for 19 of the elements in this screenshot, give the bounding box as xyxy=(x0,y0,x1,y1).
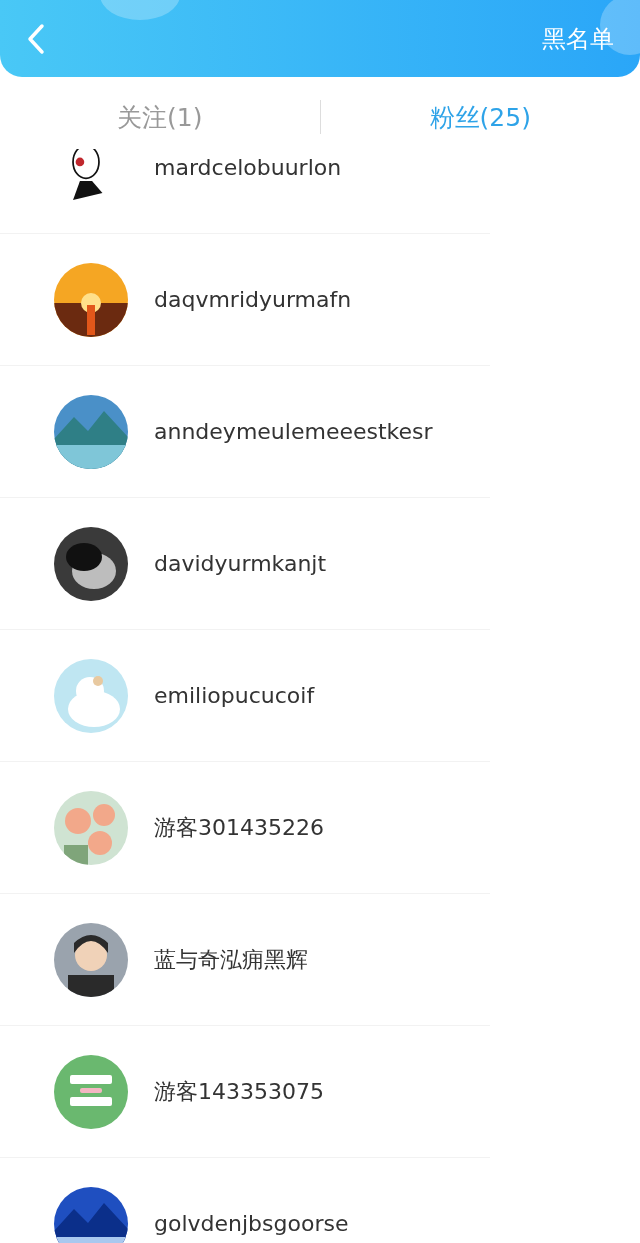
back-icon xyxy=(26,22,46,55)
user-row[interactable]: 游客143353075 xyxy=(0,1026,490,1158)
username: mardcelobuurlon xyxy=(154,155,342,180)
user-row[interactable]: emiliopucucoif xyxy=(0,630,490,762)
username: daqvmridyurmafn xyxy=(154,287,352,312)
username: golvdenjbsgoorse xyxy=(154,1211,349,1236)
user-row[interactable]: mardcelobuurlon xyxy=(0,149,490,234)
user-row[interactable]: golvdenjbsgoorse xyxy=(0,1158,490,1243)
user-row[interactable]: davidyurmkanjt xyxy=(0,498,490,630)
username: 游客301435226 xyxy=(154,813,324,842)
user-row[interactable]: 游客301435226 xyxy=(0,762,490,894)
username: anndeymeulemeeestkesr xyxy=(154,419,433,444)
username: 蓝与奇泓痈黑辉 xyxy=(154,945,308,974)
username: davidyurmkanjt xyxy=(154,551,327,576)
user-row[interactable]: daqvmridyurmafn xyxy=(0,234,490,366)
username: emiliopucucoif xyxy=(154,683,315,708)
user-row[interactable]: anndeymeulemeeestkesr xyxy=(0,366,490,498)
username: 游客143353075 xyxy=(154,1077,324,1106)
user-row[interactable]: 蓝与奇泓痈黑辉 xyxy=(0,894,490,1026)
